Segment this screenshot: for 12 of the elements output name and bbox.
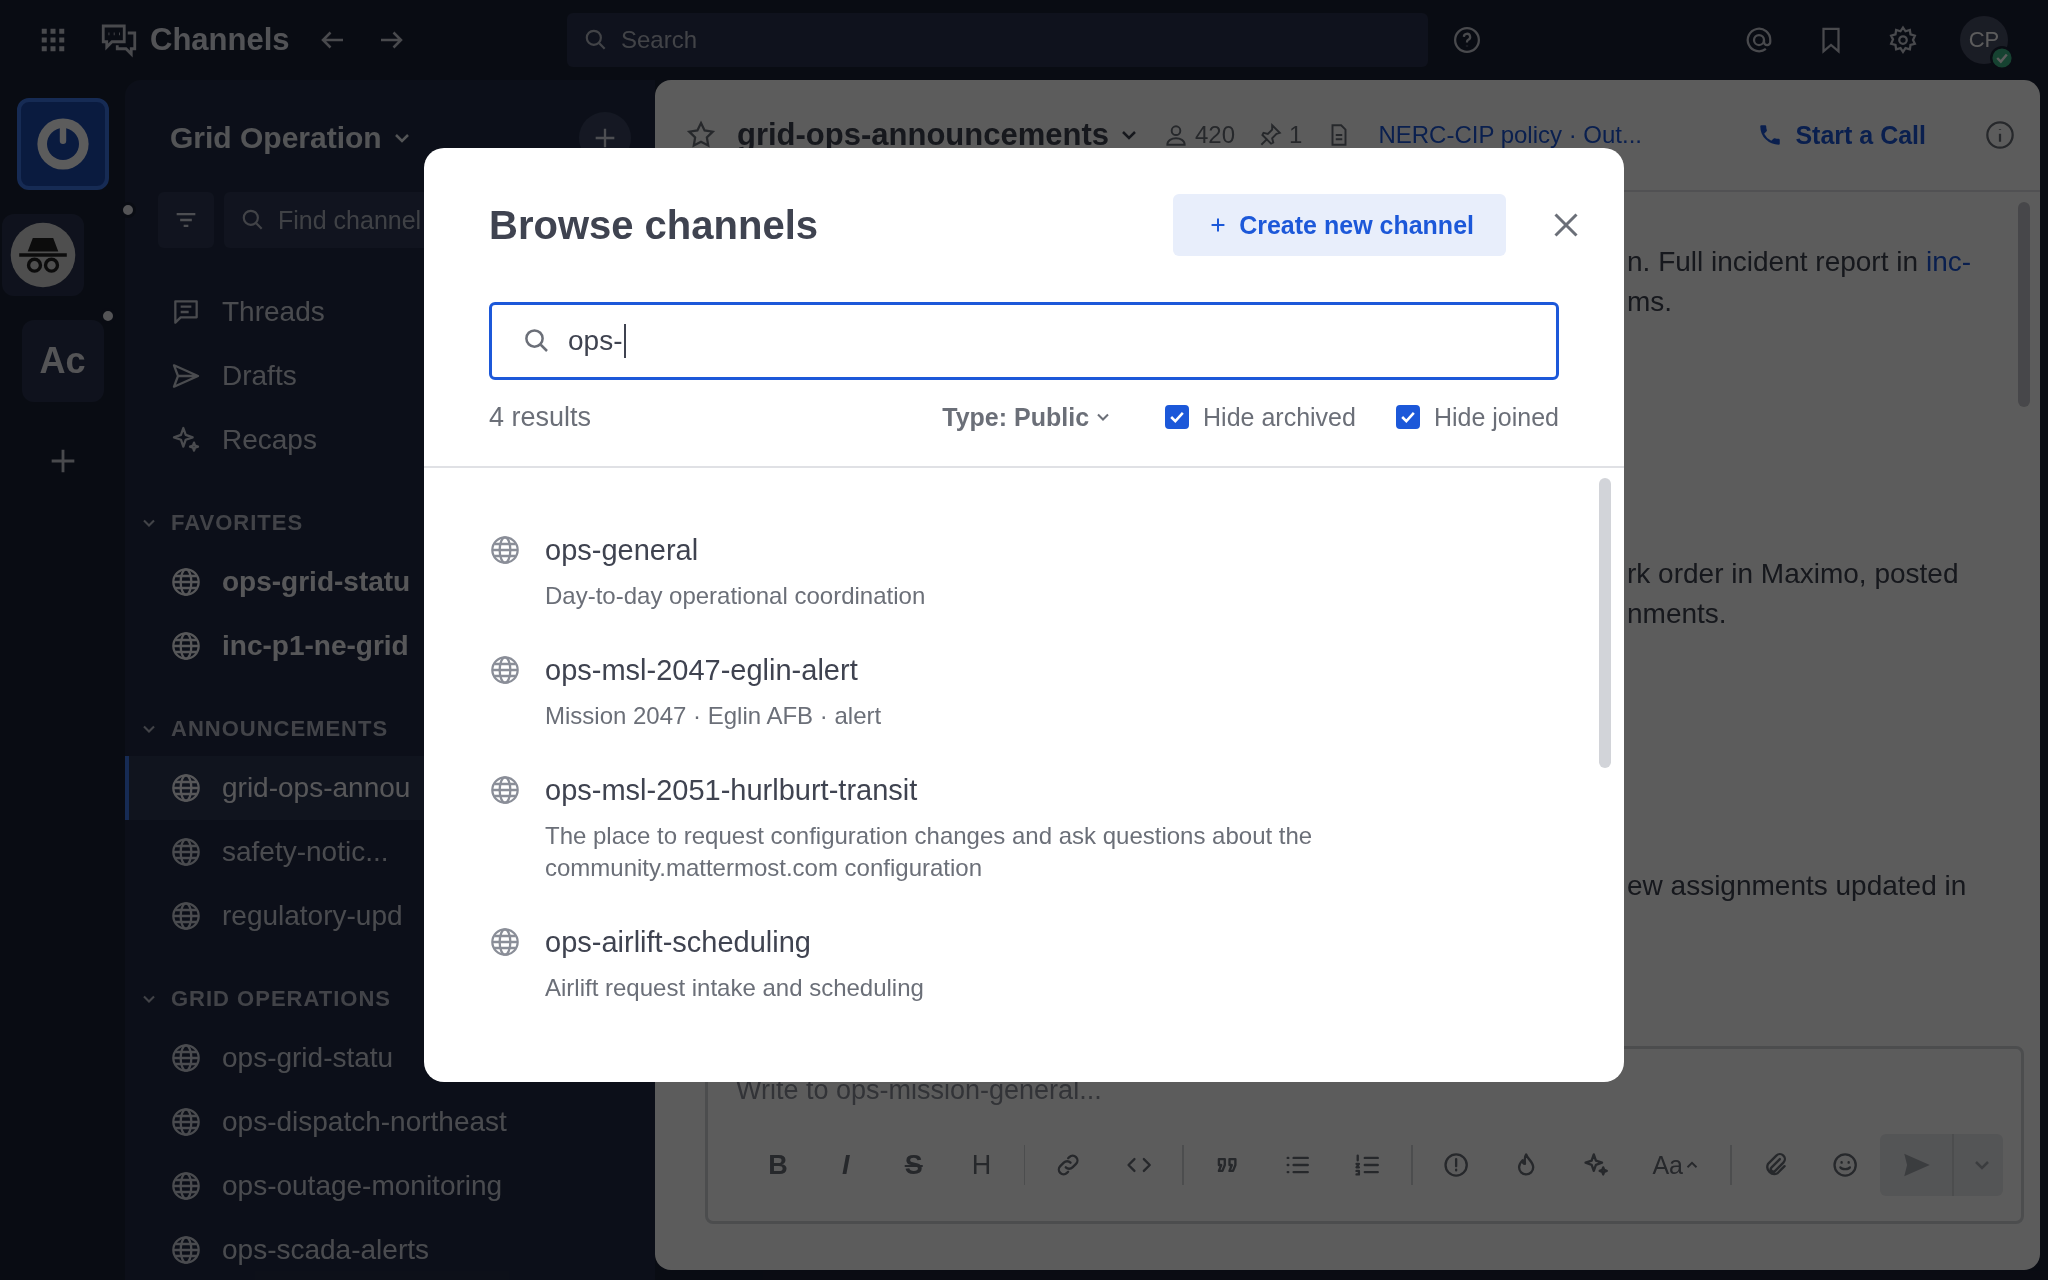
result-count: 4 results	[489, 401, 593, 433]
channel-description: Airlift request intake and scheduling	[545, 973, 924, 1003]
message-text: ew assignments updated in	[1627, 870, 1967, 901]
channel-description: Day-to-day operational coordination	[545, 581, 926, 611]
message-text: nments.	[1627, 598, 1727, 629]
channel-description: The place to request configuration changes and ask questions about the community.mattermost.com configuration	[545, 821, 1314, 883]
dialog-title: Browse channels	[489, 202, 819, 248]
message-text: rk order in Maximo, posted	[1627, 558, 1959, 589]
message-text: n. Full incident report in	[1627, 246, 1919, 277]
product-title: Channels	[150, 22, 290, 58]
message-text: ms.	[1627, 286, 1673, 317]
channel-description: Mission 2047 · Eglin AFB · alert	[545, 701, 882, 731]
